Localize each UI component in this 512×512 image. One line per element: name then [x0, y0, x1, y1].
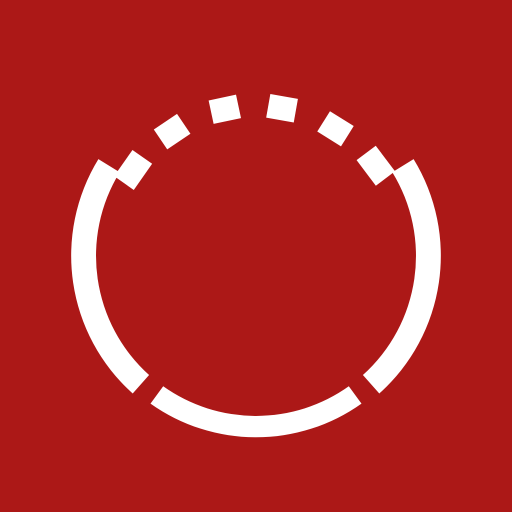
ring-dash-4: [266, 94, 298, 123]
app-icon: [0, 0, 512, 512]
